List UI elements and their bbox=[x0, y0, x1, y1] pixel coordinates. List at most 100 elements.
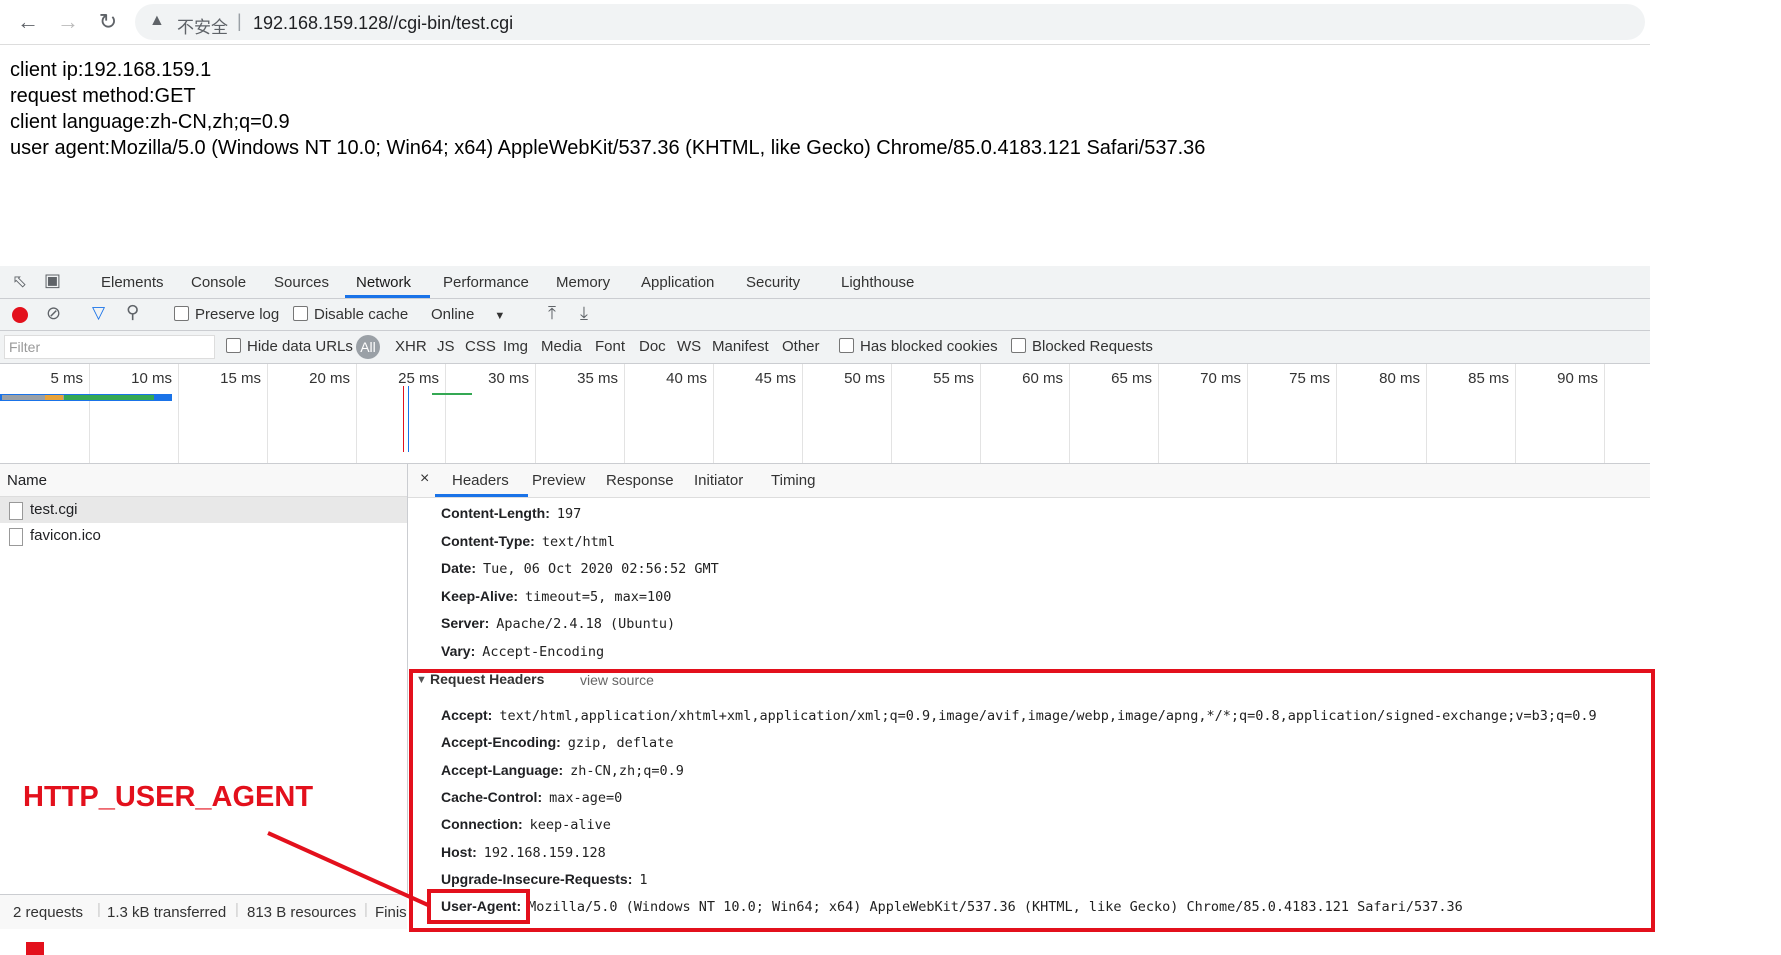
tab-memory[interactable]: Memory bbox=[556, 274, 610, 291]
filter-doc[interactable]: Doc bbox=[639, 338, 666, 355]
timeline-gridline bbox=[267, 364, 268, 463]
document-icon bbox=[9, 502, 23, 520]
warning-triangle-icon[interactable]: ▲ bbox=[149, 12, 165, 30]
filter-img[interactable]: Img bbox=[503, 338, 528, 355]
client-ip-line: client ip:192.168.159.1 bbox=[10, 59, 212, 81]
header-row: Date: Tue, 06 Oct 2020 02:56:52 GMT bbox=[441, 560, 719, 577]
tab-timing[interactable]: Timing bbox=[771, 472, 815, 489]
filter-ws[interactable]: WS bbox=[677, 338, 701, 355]
chevron-down-icon: ▼ bbox=[494, 310, 506, 322]
filter-all[interactable]: All bbox=[356, 335, 380, 359]
list-item[interactable]: favicon.ico bbox=[0, 523, 407, 549]
timeline-gridline bbox=[89, 364, 90, 463]
filter-xhr[interactable]: XHR bbox=[395, 338, 427, 355]
timeline-gridline bbox=[356, 364, 357, 463]
tab-initiator[interactable]: Initiator bbox=[694, 472, 743, 489]
tab-application[interactable]: Application bbox=[641, 274, 714, 291]
clear-icon[interactable]: ⊘ bbox=[46, 303, 61, 324]
inspect-element-icon[interactable]: ⬁ bbox=[12, 271, 27, 292]
network-overview-timeline[interactable]: 5 ms 10 ms 15 ms 20 ms 25 ms 30 ms 35 ms 40 ms 4… bbox=[0, 364, 1650, 464]
devtools-tab-bar: ⬁ ▣ Elements Console Sources Network Per… bbox=[0, 266, 1650, 299]
divider: | bbox=[97, 901, 101, 918]
network-filter-bar: Filter Hide data URLs All XHR JS CSS Img… bbox=[0, 331, 1650, 364]
timeline-gridline bbox=[980, 364, 981, 463]
timeline-tick-label: 80 ms bbox=[1379, 370, 1420, 387]
tab-response[interactable]: Response bbox=[606, 472, 674, 489]
blocked-requests-checkbox[interactable]: Blocked Requests bbox=[1011, 338, 1153, 355]
request-headers-highlight-box bbox=[409, 669, 1655, 932]
reload-icon[interactable]: ↻ bbox=[94, 8, 122, 36]
device-toolbar-icon[interactable]: ▣ bbox=[44, 270, 61, 291]
dom-content-loaded-line bbox=[408, 386, 409, 452]
arrow-left-icon[interactable]: ← bbox=[14, 8, 42, 36]
header-row: Content-Length: 197 bbox=[441, 505, 581, 522]
tab-lighthouse[interactable]: Lighthouse bbox=[841, 274, 914, 291]
insecure-label[interactable]: 不安全 bbox=[177, 13, 228, 38]
has-blocked-cookies-checkbox[interactable]: Has blocked cookies bbox=[839, 338, 998, 355]
header-value: Apache/2.4.18 (Ubuntu) bbox=[496, 616, 676, 632]
active-detail-tab-indicator bbox=[435, 494, 528, 497]
throttle-select[interactable]: Online ▼ bbox=[431, 306, 505, 323]
filter-input[interactable]: Filter bbox=[4, 335, 215, 359]
timeline-tick-label: 5 ms bbox=[50, 370, 83, 387]
record-icon[interactable] bbox=[12, 307, 28, 323]
tab-headers[interactable]: Headers bbox=[452, 472, 509, 489]
header-name: Content-Length: bbox=[441, 505, 550, 521]
address-bar[interactable]: ▲ 不安全 | 192.168.159.128//cgi-bin/test.cg… bbox=[135, 4, 1645, 40]
tab-sources[interactable]: Sources bbox=[274, 274, 329, 291]
tab-network[interactable]: Network bbox=[356, 274, 411, 291]
filter-icon[interactable]: ▽ bbox=[92, 303, 105, 323]
page-body: client ip:192.168.159.1 request method:G… bbox=[10, 57, 1205, 161]
arrow-right-icon[interactable]: → bbox=[54, 8, 82, 36]
document-icon bbox=[9, 528, 23, 546]
file-icon bbox=[26, 942, 44, 955]
list-item[interactable]: test.cgi bbox=[0, 497, 407, 523]
export-har-icon[interactable]: ⤓ bbox=[580, 303, 588, 324]
filter-media[interactable]: Media bbox=[541, 338, 582, 355]
timeline-tick-label: 35 ms bbox=[577, 370, 618, 387]
transferred-size: 1.3 kB transferred bbox=[107, 904, 227, 921]
filter-css[interactable]: CSS bbox=[465, 338, 496, 355]
timeline-tick-label: 55 ms bbox=[933, 370, 974, 387]
name-column-header[interactable]: Name bbox=[0, 464, 407, 497]
header-name: Date: bbox=[441, 560, 477, 576]
tab-elements[interactable]: Elements bbox=[101, 274, 164, 291]
filter-font[interactable]: Font bbox=[595, 338, 625, 355]
request-count: 2 requests bbox=[13, 904, 84, 921]
timeline-tick-label: 60 ms bbox=[1022, 370, 1063, 387]
url-text[interactable]: 192.168.159.128//cgi-bin/test.cgi bbox=[253, 13, 513, 34]
timeline-gridline bbox=[713, 364, 714, 463]
timeline-gridline bbox=[624, 364, 625, 463]
active-tab-indicator bbox=[345, 295, 430, 298]
header-value: text/html bbox=[541, 533, 615, 550]
download-shelf bbox=[0, 940, 1781, 955]
timeline-tick-label: 25 ms bbox=[398, 370, 439, 387]
tab-preview[interactable]: Preview bbox=[532, 472, 585, 489]
disable-cache-checkbox[interactable]: Disable cache bbox=[293, 306, 408, 323]
tab-console[interactable]: Console bbox=[191, 274, 246, 291]
filter-manifest[interactable]: Manifest bbox=[712, 338, 769, 355]
timeline-gridline bbox=[891, 364, 892, 463]
header-name: Keep-Alive: bbox=[441, 587, 519, 604]
timeline-tick-label: 90 ms bbox=[1557, 370, 1598, 387]
divider: | bbox=[364, 901, 368, 918]
timeline-tick-label: 15 ms bbox=[220, 370, 261, 387]
user-agent-highlight-box bbox=[427, 889, 530, 924]
header-value: Accept-Encoding bbox=[482, 643, 605, 660]
header-value: 197 bbox=[556, 506, 582, 522]
preserve-log-checkbox[interactable]: Preserve log bbox=[174, 306, 279, 323]
header-name: Vary: bbox=[441, 642, 476, 659]
timeline-gridline bbox=[1515, 364, 1516, 463]
tab-performance[interactable]: Performance bbox=[443, 274, 529, 291]
close-icon[interactable]: × bbox=[420, 470, 429, 488]
tab-security[interactable]: Security bbox=[746, 274, 800, 291]
search-icon[interactable]: ⚲ bbox=[126, 302, 139, 323]
timeline-tick-label: 75 ms bbox=[1289, 370, 1330, 387]
finish-time: Finis bbox=[375, 904, 407, 921]
hide-data-urls-checkbox[interactable]: Hide data URLs bbox=[226, 338, 353, 355]
filter-other[interactable]: Other bbox=[782, 338, 820, 355]
filter-js[interactable]: JS bbox=[437, 338, 455, 355]
import-har-icon[interactable]: ⤒ bbox=[548, 303, 556, 324]
header-row: Keep-Alive: timeout=5, max=100 bbox=[441, 588, 671, 605]
timeline-gridline bbox=[1336, 364, 1337, 463]
